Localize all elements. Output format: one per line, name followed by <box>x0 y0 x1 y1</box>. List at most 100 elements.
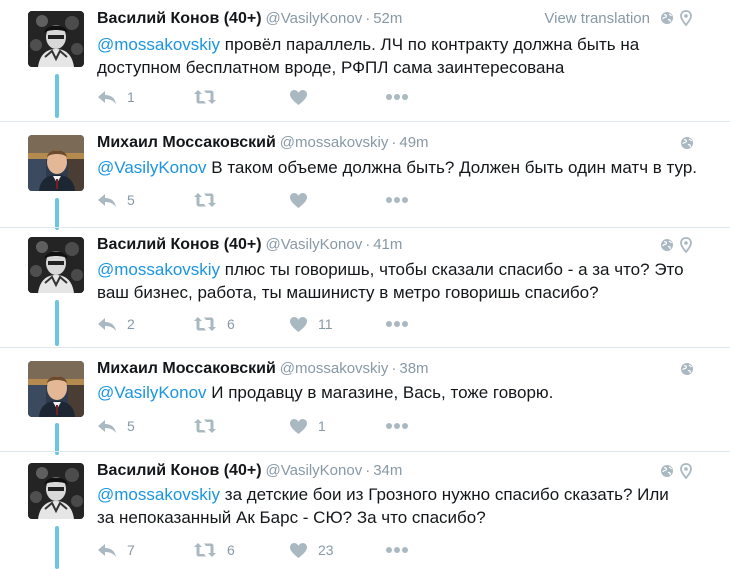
separator-dot: · <box>365 10 371 27</box>
heart-icon <box>289 89 308 106</box>
author-handle[interactable]: @VasilyKonov <box>266 462 363 479</box>
separator-dot: · <box>365 236 371 253</box>
retweet-icon <box>193 89 217 105</box>
reply-icon <box>97 192 117 208</box>
avatar[interactable] <box>28 463 84 519</box>
timestamp-link[interactable]: 38m <box>399 360 428 377</box>
like-button[interactable] <box>289 89 385 106</box>
tweet-meta-right <box>660 234 692 256</box>
retweet-button[interactable]: 6 <box>193 316 289 332</box>
author-handle[interactable]: @mossakovskiy <box>280 134 389 151</box>
more-button[interactable] <box>385 196 481 204</box>
author-handle[interactable]: @mossakovskiy <box>280 360 389 377</box>
reply-icon <box>97 316 117 332</box>
globe-icon <box>680 136 694 150</box>
globe-icon <box>660 11 674 25</box>
tweet-text-line2: доступном бесплатном вроде, РФПЛ сама за… <box>97 58 565 77</box>
tweet-text-line1: В таком объеме должна быть? Должен быть … <box>206 158 698 177</box>
thread-connector-line <box>55 198 59 230</box>
timestamp-link[interactable]: 52m <box>373 10 402 27</box>
author-handle[interactable]: @VasilyKonov <box>266 10 363 27</box>
timestamp-link[interactable]: 34m <box>373 462 402 479</box>
tweet-actions: 5 <box>97 190 481 210</box>
retweet-icon <box>193 542 217 558</box>
tweet-actions: 1 <box>97 87 481 107</box>
tweet-divider <box>0 121 730 122</box>
reply-button[interactable]: 7 <box>97 542 193 558</box>
retweet-button[interactable]: 6 <box>193 542 289 558</box>
mention-link[interactable]: @mossakovskiy <box>97 35 220 54</box>
like-button[interactable] <box>289 192 385 209</box>
more-icon <box>385 320 409 328</box>
separator-dot: · <box>365 462 371 479</box>
tweet-text-line1: плюс ты говоришь, чтобы сказали спасибо … <box>220 260 684 279</box>
tweet-meta-right: View translation <box>544 7 692 29</box>
author-handle[interactable]: @VasilyKonov <box>266 236 363 253</box>
like-button[interactable]: 11 <box>289 316 385 333</box>
more-icon <box>385 422 409 430</box>
reply-icon <box>97 418 117 434</box>
retweet-button[interactable] <box>193 418 289 434</box>
retweet-count: 6 <box>227 542 235 558</box>
more-button[interactable] <box>385 546 481 554</box>
retweet-count: 6 <box>227 316 235 332</box>
timestamp-link[interactable]: 41m <box>373 236 402 253</box>
author-name[interactable]: Василий Конов (40+) <box>97 10 262 27</box>
retweet-icon <box>193 418 217 434</box>
like-count: 11 <box>318 316 333 332</box>
like-button[interactable]: 1 <box>289 418 385 435</box>
reply-count: 1 <box>127 89 135 105</box>
retweet-icon <box>193 316 217 332</box>
reply-count: 2 <box>127 316 135 332</box>
globe-icon <box>660 464 674 478</box>
thread-connector-line <box>55 526 59 569</box>
retweet-button[interactable] <box>193 89 289 105</box>
avatar-image-konov <box>28 11 84 67</box>
view-translation-link[interactable]: View translation <box>544 10 650 27</box>
mention-link[interactable]: @VasilyKonov <box>97 158 207 177</box>
author-name[interactable]: Михаил Моссаковский <box>97 360 276 377</box>
tweet-text: @VasilyKonov И продавцу в магазине, Вась… <box>97 381 707 404</box>
mention-link[interactable]: @mossakovskiy <box>97 485 220 504</box>
tweet-text-line1: провёл параллель. ЛЧ по контракту должна… <box>220 35 640 54</box>
like-count: 1 <box>318 418 326 434</box>
reply-button[interactable]: 1 <box>97 89 193 105</box>
author-name[interactable]: Василий Конов (40+) <box>97 236 262 253</box>
reply-button[interactable]: 5 <box>97 418 193 434</box>
heart-icon <box>289 316 308 333</box>
more-button[interactable] <box>385 320 481 328</box>
tweet-text-line2: ваш бизнес, работа, ты машинисту в метро… <box>97 283 599 302</box>
heart-icon <box>289 542 308 559</box>
tweet-text: @mossakovskiy плюс ты говоришь, чтобы ск… <box>97 258 707 304</box>
avatar-image-mossakovskiy <box>28 135 84 191</box>
timestamp-link[interactable]: 49m <box>399 134 428 151</box>
author-name[interactable]: Василий Конов (40+) <box>97 462 262 479</box>
tweet-header: Михаил Моссаковский @mossakovskiy · 49m <box>97 132 700 154</box>
tweet-text-line2: за непоказанный Ак Барс - СЮ? За что спа… <box>97 508 486 527</box>
like-button[interactable]: 23 <box>289 542 385 559</box>
globe-icon <box>660 238 674 252</box>
reply-count: 5 <box>127 418 135 434</box>
thread-connector-line <box>55 74 59 118</box>
author-name[interactable]: Михаил Моссаковский <box>97 134 276 151</box>
location-pin-icon <box>680 463 692 479</box>
reply-button[interactable]: 5 <box>97 192 193 208</box>
reply-icon <box>97 542 117 558</box>
avatar[interactable] <box>28 361 84 417</box>
location-pin-icon <box>680 10 692 26</box>
more-button[interactable] <box>385 93 481 101</box>
reply-button[interactable]: 2 <box>97 316 193 332</box>
tweet-meta-right <box>660 460 692 482</box>
avatar[interactable] <box>28 11 84 67</box>
retweet-button[interactable] <box>193 192 289 208</box>
avatar[interactable] <box>28 135 84 191</box>
avatar[interactable] <box>28 237 84 293</box>
more-button[interactable] <box>385 422 481 430</box>
mention-link[interactable]: @VasilyKonov <box>97 383 207 402</box>
heart-icon <box>289 192 308 209</box>
mention-link[interactable]: @mossakovskiy <box>97 260 220 279</box>
location-pin-icon <box>680 237 692 253</box>
like-count: 23 <box>318 542 334 558</box>
thread-connector-line <box>55 300 59 346</box>
tweet-divider <box>0 227 730 228</box>
